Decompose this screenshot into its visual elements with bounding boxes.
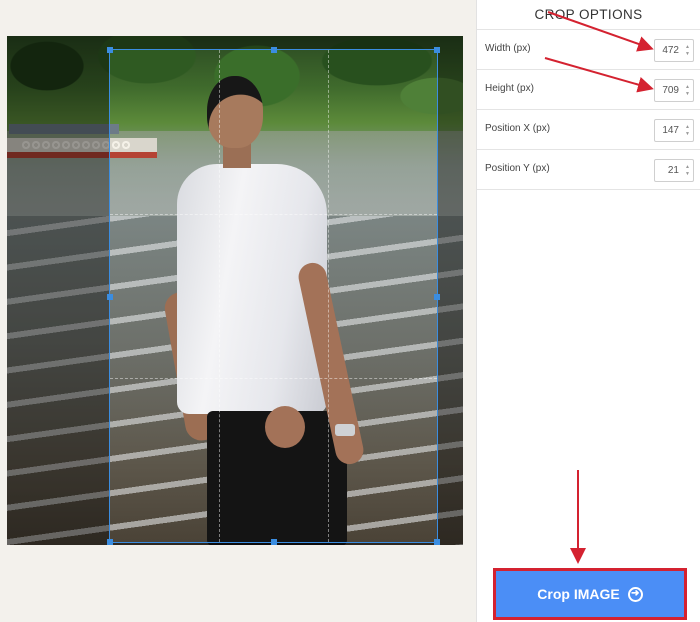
position-y-value: 21: [667, 165, 679, 176]
dim-right: [438, 36, 463, 545]
crop-selection[interactable]: [107, 47, 440, 545]
option-position-x: Position X (px) 147 ▲ ▼: [477, 109, 700, 149]
arrow-circle-right-icon: ➜: [627, 586, 643, 602]
spinner-down-icon[interactable]: ▼: [685, 92, 690, 97]
option-position-y: Position Y (px) 21 ▲ ▼: [477, 149, 700, 189]
spinner-down-icon[interactable]: ▼: [685, 172, 690, 177]
crop-canvas: [0, 0, 476, 622]
width-input[interactable]: 472 ▲ ▼: [654, 39, 694, 62]
spinner-up-icon[interactable]: ▲: [685, 85, 690, 90]
crop-image-button[interactable]: Crop IMAGE ➜: [493, 568, 687, 620]
option-label: Position X (px): [485, 123, 551, 134]
option-height: Height (px) 709 ▲ ▼: [477, 69, 700, 109]
divider: [477, 189, 700, 190]
crop-handle-right[interactable]: [434, 294, 440, 300]
spinner-up-icon[interactable]: ▲: [685, 45, 690, 50]
guide-line: [327, 50, 329, 542]
option-label: Height (px): [485, 83, 534, 94]
width-value: 472: [662, 45, 679, 56]
option-width: Width (px) 472 ▲ ▼: [477, 29, 700, 69]
crop-handle-top-left[interactable]: [107, 47, 113, 53]
option-label: Width (px): [485, 43, 531, 54]
crop-handle-bottom[interactable]: [271, 539, 277, 545]
spinner-down-icon[interactable]: ▼: [685, 52, 690, 57]
position-x-input[interactable]: 147 ▲ ▼: [654, 119, 694, 142]
option-label: Position Y (px): [485, 163, 550, 174]
crop-handle-top[interactable]: [271, 47, 277, 53]
dim-left: [7, 36, 109, 545]
spinner-up-icon[interactable]: ▲: [685, 165, 690, 170]
crop-handle-bottom-right[interactable]: [434, 539, 440, 545]
spinner-up-icon[interactable]: ▲: [685, 125, 690, 130]
guide-line: [110, 213, 437, 215]
guide-line: [218, 50, 220, 542]
guide-line: [110, 377, 437, 379]
crop-options-panel: CROP OPTIONS Width (px) 472 ▲ ▼ Height (…: [476, 0, 700, 622]
panel-title: CROP OPTIONS: [534, 7, 643, 22]
crop-handle-left[interactable]: [107, 294, 113, 300]
position-y-input[interactable]: 21 ▲ ▼: [654, 159, 694, 182]
crop-handle-top-right[interactable]: [434, 47, 440, 53]
position-x-value: 147: [662, 125, 679, 136]
crop-handle-bottom-left[interactable]: [107, 539, 113, 545]
height-value: 709: [662, 85, 679, 96]
height-input[interactable]: 709 ▲ ▼: [654, 79, 694, 102]
spinner-down-icon[interactable]: ▼: [685, 132, 690, 137]
crop-button-label: Crop IMAGE: [537, 586, 620, 602]
arrow-glyph: ➜: [631, 588, 640, 599]
